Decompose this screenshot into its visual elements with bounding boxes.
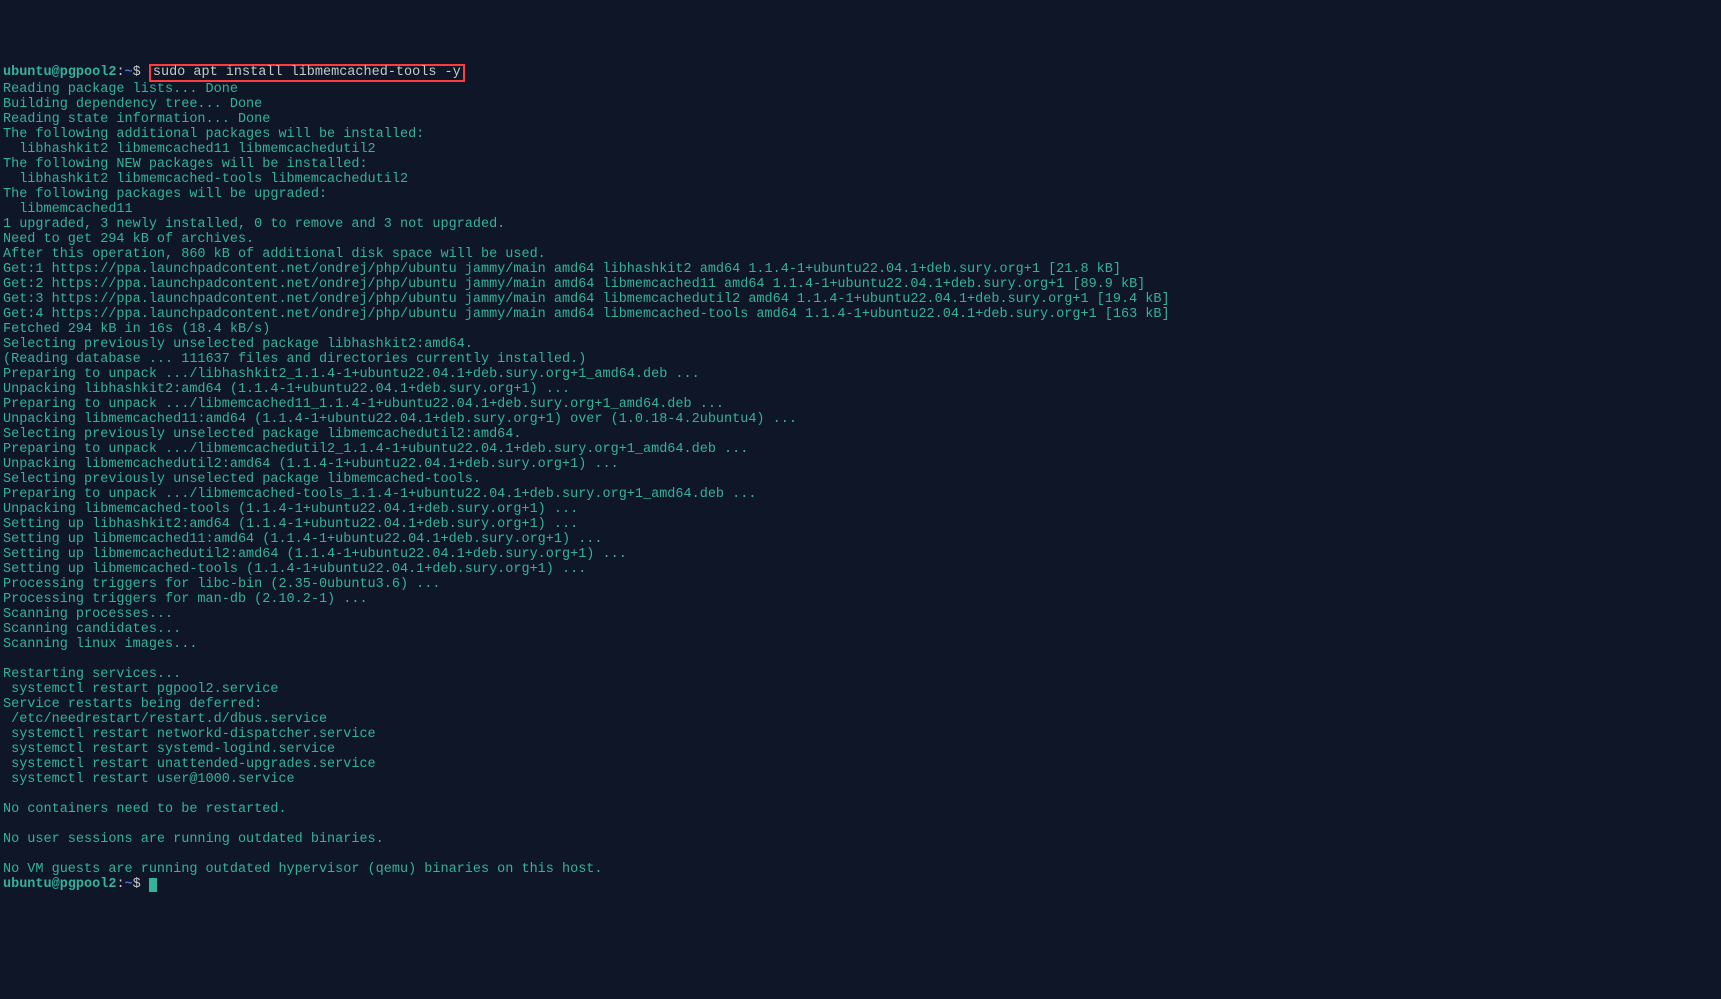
output-line: Need to get 294 kB of archives. [3, 232, 1718, 247]
output-line: Building dependency tree... Done [3, 97, 1718, 112]
output-line [3, 817, 1718, 832]
output-line: No containers need to be restarted. [3, 802, 1718, 817]
output-line: libhashkit2 libmemcached11 libmemcachedu… [3, 142, 1718, 157]
output-line: (Reading database ... 111637 files and d… [3, 352, 1718, 367]
output-line: The following packages will be upgraded: [3, 187, 1718, 202]
output-line: Processing triggers for libc-bin (2.35-0… [3, 577, 1718, 592]
prompt-colon: : [116, 65, 124, 80]
output-line: Preparing to unpack .../libmemcached11_1… [3, 397, 1718, 412]
terminal[interactable]: ubuntu@pgpool2:~$ sudo apt install libme… [3, 64, 1718, 892]
output-line: libmemcached11 [3, 202, 1718, 217]
output-line: Unpacking libmemcachedutil2:amd64 (1.1.4… [3, 457, 1718, 472]
output-line: Unpacking libmemcached-tools (1.1.4-1+ub… [3, 502, 1718, 517]
output-line: Get:1 https://ppa.launchpadcontent.net/o… [3, 262, 1718, 277]
command-highlighted: sudo apt install libmemcached-tools -y [149, 64, 465, 82]
output-line: Scanning candidates... [3, 622, 1718, 637]
prompt-line-2: ubuntu@pgpool2:~$ [3, 877, 1718, 892]
prompt-path: ~ [125, 65, 133, 80]
prompt-dollar: $ [133, 877, 141, 892]
output-line: systemctl restart systemd-logind.service [3, 742, 1718, 757]
output-line: Setting up libhashkit2:amd64 (1.1.4-1+ub… [3, 517, 1718, 532]
prompt-user: ubuntu [3, 65, 52, 80]
prompt-dollar: $ [133, 65, 141, 80]
output-line: 1 upgraded, 3 newly installed, 0 to remo… [3, 217, 1718, 232]
output-line: Selecting previously unselected package … [3, 337, 1718, 352]
prompt-user: ubuntu [3, 877, 52, 892]
output-line: systemctl restart pgpool2.service [3, 682, 1718, 697]
output-line: Get:2 https://ppa.launchpadcontent.net/o… [3, 277, 1718, 292]
output-line: Reading state information... Done [3, 112, 1718, 127]
prompt-line-1: ubuntu@pgpool2:~$ sudo apt install libme… [3, 64, 1718, 82]
output-line [3, 847, 1718, 862]
output-line: Scanning linux images... [3, 637, 1718, 652]
output-line: Restarting services... [3, 667, 1718, 682]
output-line: Unpacking libmemcached11:amd64 (1.1.4-1+… [3, 412, 1718, 427]
space [141, 877, 149, 892]
output-line: No user sessions are running outdated bi… [3, 832, 1718, 847]
output-line: Get:4 https://ppa.launchpadcontent.net/o… [3, 307, 1718, 322]
output-line: Selecting previously unselected package … [3, 427, 1718, 442]
space [141, 65, 149, 80]
prompt-path: ~ [125, 877, 133, 892]
output-line: Unpacking libhashkit2:amd64 (1.1.4-1+ubu… [3, 382, 1718, 397]
output-line: systemctl restart networkd-dispatcher.se… [3, 727, 1718, 742]
output-line: Get:3 https://ppa.launchpadcontent.net/o… [3, 292, 1718, 307]
output-line: /etc/needrestart/restart.d/dbus.service [3, 712, 1718, 727]
output-line: The following NEW packages will be insta… [3, 157, 1718, 172]
output-line: Setting up libmemcachedutil2:amd64 (1.1.… [3, 547, 1718, 562]
output-line [3, 787, 1718, 802]
cursor-icon [149, 878, 157, 892]
output-line: No VM guests are running outdated hyperv… [3, 862, 1718, 877]
output-line: Preparing to unpack .../libmemcached-too… [3, 487, 1718, 502]
prompt-colon: : [116, 877, 124, 892]
output-line: Setting up libmemcached-tools (1.1.4-1+u… [3, 562, 1718, 577]
output-line: Reading package lists... Done [3, 82, 1718, 97]
output-line: Preparing to unpack .../libhashkit2_1.1.… [3, 367, 1718, 382]
output-line: The following additional packages will b… [3, 127, 1718, 142]
prompt-at: @ [52, 65, 60, 80]
prompt-host: pgpool2 [60, 65, 117, 80]
terminal-output: Reading package lists... DoneBuilding de… [3, 82, 1718, 877]
output-line: Fetched 294 kB in 16s (18.4 kB/s) [3, 322, 1718, 337]
output-line: systemctl restart unattended-upgrades.se… [3, 757, 1718, 772]
output-line: Processing triggers for man-db (2.10.2-1… [3, 592, 1718, 607]
prompt-at: @ [52, 877, 60, 892]
prompt-host: pgpool2 [60, 877, 117, 892]
output-line: libhashkit2 libmemcached-tools libmemcac… [3, 172, 1718, 187]
output-line: After this operation, 860 kB of addition… [3, 247, 1718, 262]
output-line: Selecting previously unselected package … [3, 472, 1718, 487]
output-line: Service restarts being deferred: [3, 697, 1718, 712]
output-line: Setting up libmemcached11:amd64 (1.1.4-1… [3, 532, 1718, 547]
output-line: Preparing to unpack .../libmemcachedutil… [3, 442, 1718, 457]
output-line: Scanning processes... [3, 607, 1718, 622]
output-line [3, 652, 1718, 667]
output-line: systemctl restart user@1000.service [3, 772, 1718, 787]
